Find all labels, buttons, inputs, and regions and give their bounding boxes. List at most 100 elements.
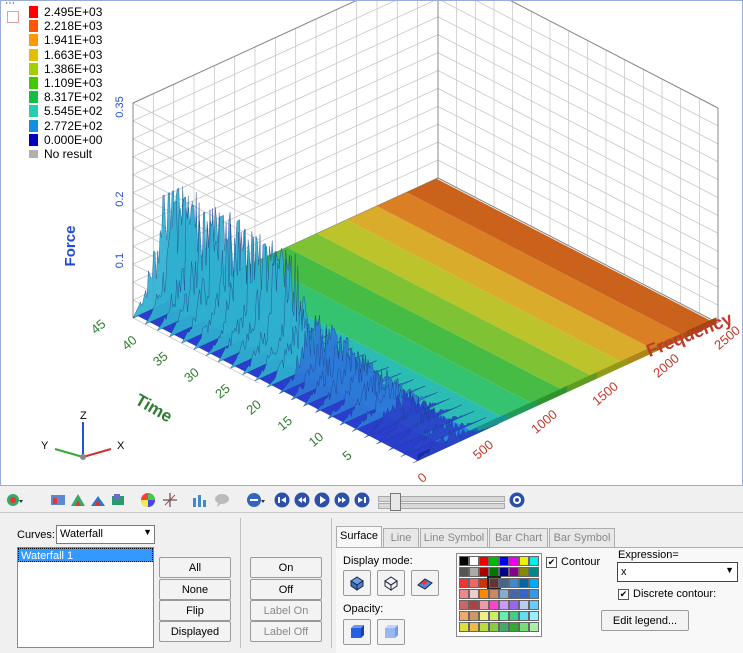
palette-swatch[interactable]: [509, 622, 519, 632]
contour-checkbox[interactable]: ✔: [546, 557, 557, 568]
palette-swatch[interactable]: [509, 567, 519, 577]
palette-swatch[interactable]: [519, 611, 529, 621]
palette-swatch[interactable]: [459, 622, 469, 632]
palette-swatch[interactable]: [459, 611, 469, 621]
palette-swatch[interactable]: [509, 600, 519, 610]
palette-swatch[interactable]: [459, 567, 469, 577]
off-button[interactable]: Off: [250, 579, 322, 600]
tab-bar-symbol[interactable]: Bar Symbol: [549, 528, 615, 548]
palette-swatch[interactable]: [499, 589, 509, 599]
surface-icon-1[interactable]: [50, 492, 66, 508]
surface-icon-4[interactable]: [110, 492, 126, 508]
animation-mode-icon[interactable]: [246, 492, 265, 508]
palette-swatch[interactable]: [499, 611, 509, 621]
palette-swatch[interactable]: [479, 589, 489, 599]
palette-swatch[interactable]: [469, 556, 479, 566]
step-back-icon[interactable]: [294, 492, 310, 508]
palette-swatch[interactable]: [509, 589, 519, 599]
palette-swatch[interactable]: [489, 622, 499, 632]
palette-swatch[interactable]: [489, 589, 499, 599]
palette-swatch[interactable]: [499, 600, 509, 610]
palette-swatch[interactable]: [459, 589, 469, 599]
palette-swatch[interactable]: [499, 578, 509, 588]
contour-mode-icon[interactable]: [6, 492, 23, 508]
tab-bar-chart[interactable]: Bar Chart: [489, 528, 548, 548]
palette-swatch[interactable]: [519, 578, 529, 588]
palette-swatch[interactable]: [479, 556, 489, 566]
palette-swatch[interactable]: [489, 556, 499, 566]
palette-swatch[interactable]: [489, 611, 499, 621]
curve-list[interactable]: Waterfall 1: [17, 547, 154, 648]
palette-swatch[interactable]: [459, 600, 469, 610]
palette-swatch[interactable]: [529, 578, 539, 588]
palette-swatch[interactable]: [479, 611, 489, 621]
discrete-contour-checkbox[interactable]: ✔: [618, 589, 629, 600]
grid-plot-icon[interactable]: [192, 492, 208, 508]
palette-swatch[interactable]: [489, 567, 499, 577]
palette-swatch[interactable]: [529, 589, 539, 599]
label-on-button[interactable]: Label On: [250, 600, 322, 621]
display-mode-wire-button[interactable]: [377, 570, 405, 596]
palette-swatch[interactable]: [499, 567, 509, 577]
flip-button[interactable]: Flip: [159, 600, 231, 621]
tab-line-symbol[interactable]: Line Symbol: [420, 528, 488, 548]
palette-swatch[interactable]: [469, 578, 479, 588]
palette-swatch[interactable]: [529, 622, 539, 632]
palette-swatch[interactable]: [459, 578, 469, 588]
palette-swatch[interactable]: [469, 622, 479, 632]
axis-icon[interactable]: [162, 492, 178, 508]
palette-swatch[interactable]: [529, 567, 539, 577]
none-button[interactable]: None: [159, 579, 231, 600]
tab-surface[interactable]: Surface: [336, 526, 382, 548]
curves-dropdown[interactable]: Waterfall ▼: [56, 525, 155, 544]
last-frame-icon[interactable]: [354, 492, 370, 508]
opacity-transparent-button[interactable]: [377, 619, 405, 645]
view-cube-icon[interactable]: [7, 11, 19, 23]
surface-icon-2[interactable]: [70, 492, 86, 508]
surface-icon-3[interactable]: [90, 492, 106, 508]
palette-swatch[interactable]: [469, 567, 479, 577]
palette-swatch[interactable]: [529, 600, 539, 610]
menu-dots-icon[interactable]: ⋯: [5, 1, 15, 9]
list-item[interactable]: Waterfall 1: [18, 548, 153, 562]
label-off-button[interactable]: Label Off: [250, 621, 322, 642]
palette-swatch[interactable]: [479, 578, 489, 588]
step-forward-icon[interactable]: [334, 492, 350, 508]
palette-swatch[interactable]: [519, 567, 529, 577]
palette-swatch[interactable]: [509, 556, 519, 566]
palette-swatch[interactable]: [459, 556, 469, 566]
display-mode-shaded-button[interactable]: [343, 570, 371, 596]
opacity-solid-button[interactable]: [343, 619, 371, 645]
palette-swatch[interactable]: [509, 611, 519, 621]
first-frame-icon[interactable]: [274, 492, 290, 508]
palette-swatch[interactable]: [479, 567, 489, 577]
color-wheel-icon[interactable]: [140, 492, 156, 508]
palette-swatch[interactable]: [499, 622, 509, 632]
note-icon[interactable]: [214, 492, 230, 508]
palette-swatch[interactable]: [509, 578, 519, 588]
palette-swatch[interactable]: [519, 556, 529, 566]
palette-swatch[interactable]: [529, 611, 539, 621]
palette-swatch[interactable]: [469, 589, 479, 599]
expression-input[interactable]: x ▼: [617, 562, 738, 582]
palette-swatch[interactable]: [487, 576, 501, 590]
animation-slider[interactable]: [378, 492, 505, 511]
palette-swatch[interactable]: [469, 600, 479, 610]
all-button[interactable]: All: [159, 557, 231, 578]
palette-swatch[interactable]: [519, 600, 529, 610]
color-palette[interactable]: [456, 553, 542, 637]
play-icon[interactable]: [314, 492, 330, 508]
plot-viewport[interactable]: 0 500 1000 1500 2000 2500 5 10 15 20 25 30 35 40 45 0.1…: [0, 0, 743, 486]
edit-legend-button[interactable]: Edit legend...: [601, 610, 689, 631]
displayed-button[interactable]: Displayed: [159, 621, 231, 642]
palette-swatch[interactable]: [519, 589, 529, 599]
palette-swatch[interactable]: [469, 611, 479, 621]
palette-swatch[interactable]: [479, 622, 489, 632]
display-mode-surface-button[interactable]: [411, 570, 439, 596]
palette-swatch[interactable]: [519, 622, 529, 632]
settings-icon[interactable]: [509, 492, 525, 508]
palette-swatch[interactable]: [499, 556, 509, 566]
on-button[interactable]: On: [250, 557, 322, 578]
slider-thumb[interactable]: [390, 493, 401, 511]
palette-swatch[interactable]: [529, 556, 539, 566]
